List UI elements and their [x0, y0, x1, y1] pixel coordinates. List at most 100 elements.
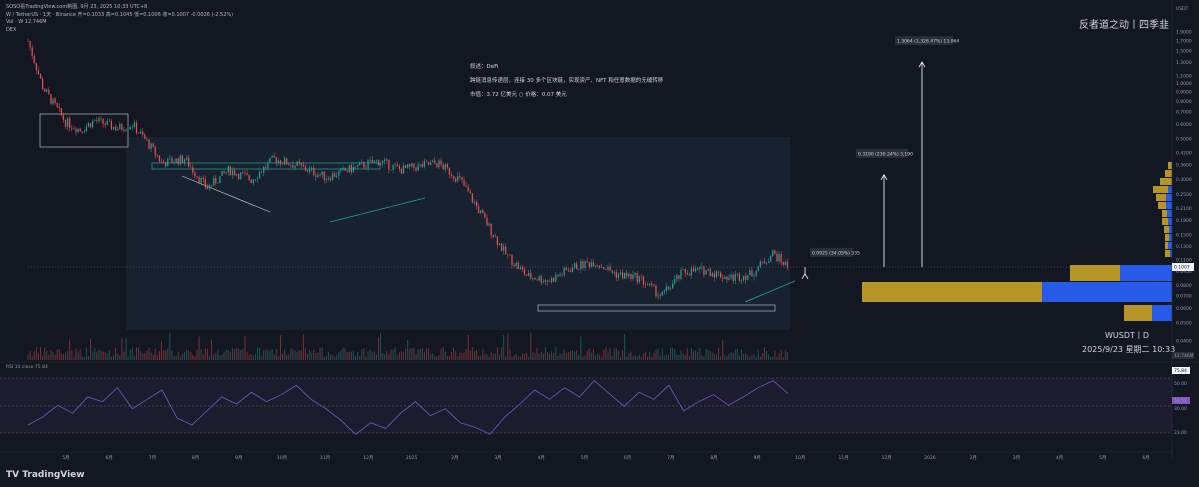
volume-bar — [613, 348, 615, 360]
volume-bar — [745, 353, 747, 360]
volume-bar — [494, 353, 496, 360]
candle-body — [536, 279, 538, 281]
candle-body — [317, 174, 319, 177]
time-tick-label: 8月 — [192, 455, 199, 461]
candle-body — [613, 272, 615, 273]
volume-bar — [330, 354, 332, 360]
volume-bar — [292, 348, 294, 360]
time-tick-label: 2025 — [406, 455, 418, 461]
candle-body — [417, 164, 419, 171]
candle-body — [532, 277, 534, 279]
volume-bar — [417, 349, 419, 360]
volume-bar — [296, 351, 298, 360]
tradingview-logo[interactable]: 𝗧𝗩 TradingView — [6, 470, 85, 480]
volume-bar — [77, 352, 79, 360]
candle-body — [298, 161, 300, 164]
candle-body — [448, 167, 451, 175]
candle-body — [396, 164, 398, 167]
price-chart-svg[interactable]: 0.0925 (34.05%) 335 0.3190 (230.24%) 3,19… — [0, 0, 1199, 487]
volume-bar — [555, 347, 557, 360]
candle-body — [655, 285, 657, 297]
candle-body — [146, 138, 148, 140]
candle-body — [256, 178, 259, 180]
volume-bar — [544, 347, 546, 360]
volume-bar — [486, 354, 488, 360]
candle-body — [250, 179, 252, 183]
volume-bar — [177, 351, 179, 360]
candle-body — [125, 129, 127, 131]
volume-bar — [776, 356, 778, 360]
candle-body — [530, 272, 532, 279]
candle-body — [701, 266, 703, 268]
volume-bar — [759, 356, 761, 360]
time-tick-label: 4月 — [1056, 455, 1063, 461]
candle-body — [690, 268, 693, 276]
volume-bar — [386, 351, 388, 360]
volume-bar — [138, 347, 140, 360]
candle-body — [444, 164, 446, 170]
volume-bar — [674, 349, 676, 360]
volume-bar — [693, 350, 695, 360]
volume-bar — [726, 356, 728, 360]
candle-body — [509, 254, 511, 256]
candle-body — [302, 164, 304, 167]
volume-bar — [542, 353, 544, 360]
candle-body — [156, 154, 158, 156]
candle-body — [227, 166, 229, 173]
volume-bar — [676, 354, 678, 360]
candle-body — [292, 164, 294, 168]
candle-body — [367, 160, 369, 168]
volume-bar — [549, 353, 551, 360]
candle-body — [519, 266, 521, 269]
volume-bar — [597, 353, 599, 360]
candle-body — [261, 172, 263, 173]
candle-body — [705, 270, 707, 275]
candle-body — [636, 273, 638, 283]
candle-body — [27, 40, 29, 42]
price-tick-label: 0.2100 — [1176, 206, 1192, 212]
volume-bar — [248, 354, 250, 360]
tv-logo-icon: 𝗧𝗩 — [6, 470, 23, 480]
candle-body — [526, 274, 528, 276]
volume-bar — [290, 348, 292, 360]
volume-bar — [565, 352, 567, 360]
volume-bar — [365, 356, 367, 360]
candle-body — [244, 172, 246, 174]
volume-bar — [96, 352, 98, 360]
candle-body — [35, 63, 37, 71]
volume-bar — [405, 348, 407, 360]
candle-body — [413, 163, 415, 168]
candle-body — [321, 171, 323, 175]
volume-bar — [234, 349, 236, 360]
volume-bar — [757, 349, 759, 360]
candle-body — [277, 160, 279, 164]
volume-bar — [630, 351, 632, 360]
volume-bar — [576, 350, 578, 360]
candle-body — [632, 274, 634, 279]
candle-body — [33, 56, 35, 64]
candle-body — [354, 166, 357, 168]
candle-body — [551, 277, 553, 282]
candle-body — [565, 268, 567, 270]
volume-bar — [507, 333, 509, 360]
candle-body — [46, 89, 48, 92]
candle-body — [167, 158, 169, 167]
time-tick-label: 5月 — [62, 455, 69, 461]
volume-bar — [315, 352, 317, 360]
volume-bar — [163, 350, 165, 360]
volume-bar — [340, 350, 342, 360]
rsi-tick-label: 53.52 — [1174, 398, 1187, 404]
candle-body — [490, 223, 492, 236]
candle-body — [188, 157, 190, 167]
volume-bar — [709, 350, 711, 360]
volume-bar — [707, 349, 709, 360]
volume-bar — [229, 351, 231, 360]
volume-bar — [273, 354, 275, 360]
volume-bar — [98, 349, 100, 360]
candle-body — [480, 210, 482, 213]
candle-body — [722, 277, 724, 279]
volume-bar — [492, 354, 494, 360]
candle-body — [425, 161, 428, 162]
candle-body — [521, 266, 524, 270]
candle-body — [688, 274, 690, 276]
